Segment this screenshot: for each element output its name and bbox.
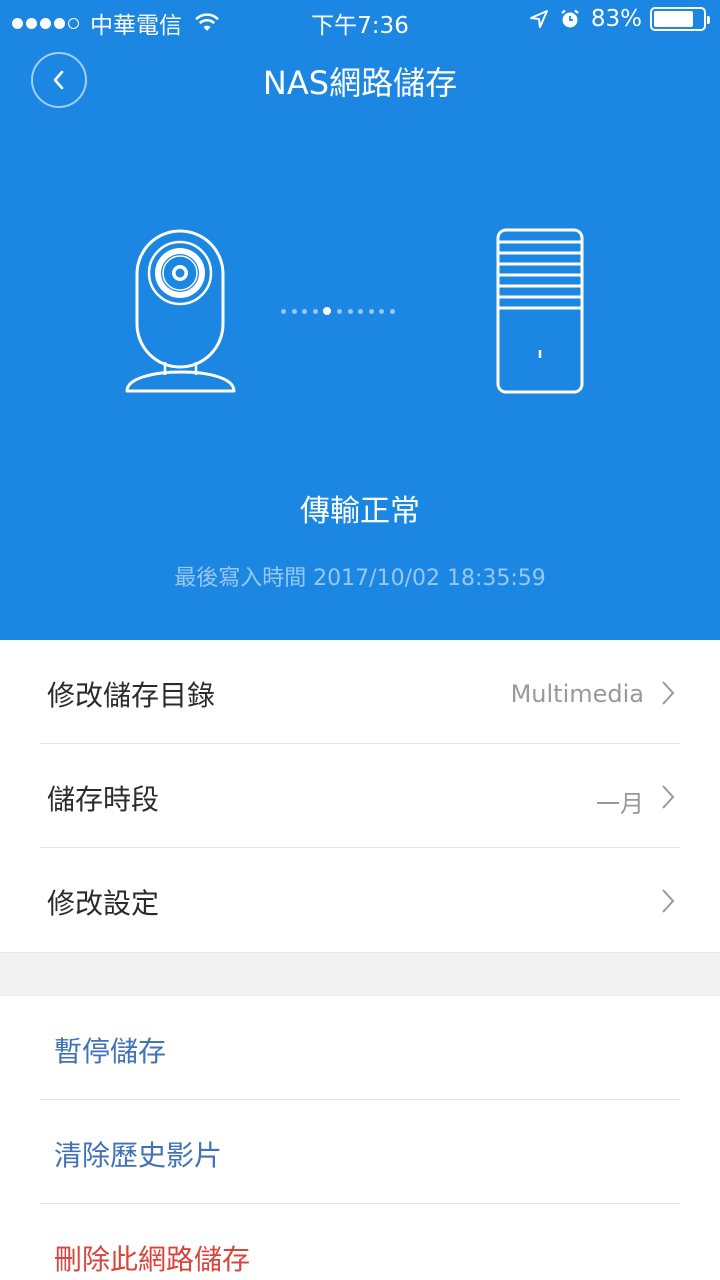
progress-dot <box>368 308 374 314</box>
pause-storage-button[interactable]: 暫停儲存 <box>0 996 720 1100</box>
row-value: Multimedia <box>510 680 644 708</box>
connection-progress-dots <box>281 307 401 315</box>
settings-row-storage-period[interactable]: 儲存時段 一月 <box>0 744 720 848</box>
progress-dot <box>347 308 353 314</box>
battery-percent: 83% <box>590 6 642 32</box>
action-label: 暫停儲存 <box>54 1035 167 1068</box>
last-write-time: 最後寫入時間 2017/10/02 18:35:59 <box>174 566 546 591</box>
action-label: 刪除此網路儲存 <box>54 1243 251 1276</box>
row-label: 修改儲存目錄 <box>47 679 216 712</box>
progress-dot <box>281 308 286 314</box>
progress-dot <box>336 308 342 314</box>
signal-dot <box>26 17 37 29</box>
battery-level <box>654 11 694 27</box>
signal-dot <box>40 17 51 29</box>
progress-dot <box>379 308 385 314</box>
carrier-name: 中華電信 <box>90 13 182 39</box>
action-label: 清除歷史影片 <box>54 1139 223 1172</box>
settings-row-modify-settings[interactable]: 修改設定 <box>0 848 720 952</box>
row-value: 一月 <box>596 790 644 818</box>
section-separator <box>0 952 720 996</box>
nas-storage-icon <box>496 228 584 394</box>
signal-dot <box>68 17 79 29</box>
signal-dot <box>12 17 23 29</box>
settings-row-storage-directory[interactable]: 修改儲存目錄 Multimedia <box>0 640 720 744</box>
signal-dot <box>54 17 65 29</box>
signal-strength-icon <box>12 17 82 29</box>
chevron-right-icon <box>662 785 675 809</box>
progress-dot <box>358 308 364 314</box>
hero-header: 中華電信 下午7:36 83% NAS網路儲存 傳輸正常 最後寫入時間 2017… <box>0 0 720 640</box>
progress-dot <box>312 308 318 314</box>
page-title: NAS網路儲存 <box>262 64 458 102</box>
progress-dot <box>302 308 308 314</box>
progress-dot <box>291 308 297 314</box>
status-left: 中華電信 <box>12 6 220 40</box>
alarm-icon <box>561 9 579 28</box>
status-bar: 中華電信 下午7:36 83% <box>0 0 720 40</box>
row-label: 修改設定 <box>47 887 160 920</box>
chevron-right-icon <box>662 889 675 913</box>
transfer-status: 傳輸正常 <box>300 494 420 529</box>
actions-list: 暫停儲存 清除歷史影片 刪除此網路儲存 <box>0 996 720 1280</box>
delete-network-storage-button[interactable]: 刪除此網路儲存 <box>0 1204 720 1280</box>
chevron-right-icon <box>662 681 675 705</box>
progress-dot <box>389 308 395 314</box>
progress-dot <box>323 307 332 315</box>
camera-icon <box>125 229 236 393</box>
clear-history-videos-button[interactable]: 清除歷史影片 <box>0 1100 720 1204</box>
status-right: 83% <box>529 6 710 32</box>
settings-list: 修改儲存目錄 Multimedia 儲存時段 一月 修改設定 <box>0 640 720 952</box>
battery-icon <box>650 7 710 31</box>
row-label: 儲存時段 <box>47 783 160 816</box>
wifi-icon <box>195 13 219 31</box>
location-arrow-icon <box>529 10 548 28</box>
